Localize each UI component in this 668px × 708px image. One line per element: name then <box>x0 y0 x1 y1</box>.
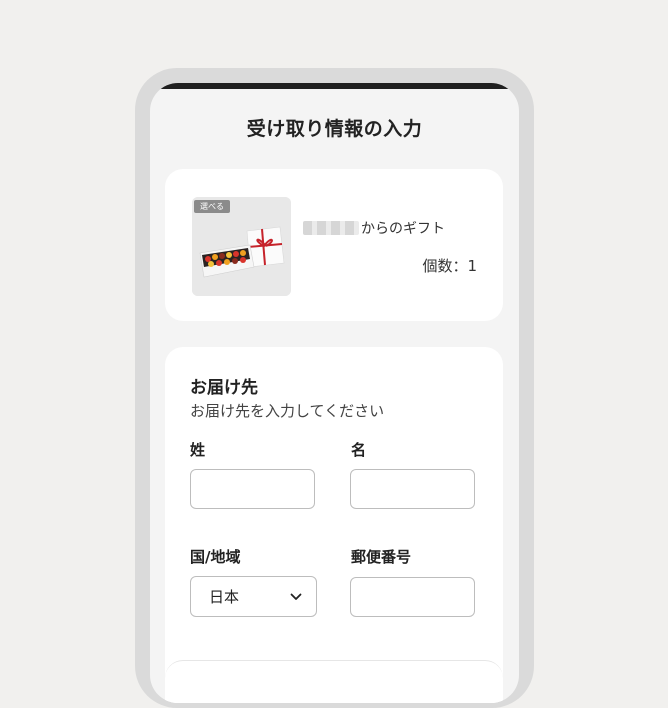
product-image: 選べる <box>192 197 291 296</box>
country-select-value: 日本 <box>209 588 240 606</box>
last-name-label: 姓 <box>190 441 206 459</box>
first-name-input[interactable] <box>350 469 475 509</box>
delivery-address-card: お届け先 お届け先を入力してください 姓 名 国/地域 日本 郵便番号 <box>165 347 503 703</box>
postal-code-input[interactable] <box>350 577 475 617</box>
status-bar <box>150 83 519 89</box>
gift-sender: からのギフト <box>303 218 445 238</box>
last-name-input[interactable] <box>190 469 315 509</box>
gift-card: 選べる からのギフト 個数：1 <box>165 169 503 321</box>
phone-screen: 受け取り情報の入力 選べる からのギフト 個数：1 お届け先 お届け先を入力して… <box>150 83 519 703</box>
next-section-card <box>165 660 503 703</box>
section-subtitle: お届け先を入力してください <box>190 402 385 420</box>
gift-quantity: 個数：1 <box>422 257 477 275</box>
section-title: お届け先 <box>190 378 258 398</box>
country-label: 国/地域 <box>190 548 241 566</box>
gift-from-label: からのギフト <box>361 221 445 237</box>
product-tag: 選べる <box>194 200 230 213</box>
country-select[interactable]: 日本 <box>190 576 317 617</box>
first-name-label: 名 <box>351 441 367 459</box>
postal-code-label: 郵便番号 <box>351 548 412 566</box>
chevron-down-icon <box>290 593 302 601</box>
sender-name-redacted <box>303 221 359 235</box>
page-title: 受け取り情報の入力 <box>246 118 423 140</box>
